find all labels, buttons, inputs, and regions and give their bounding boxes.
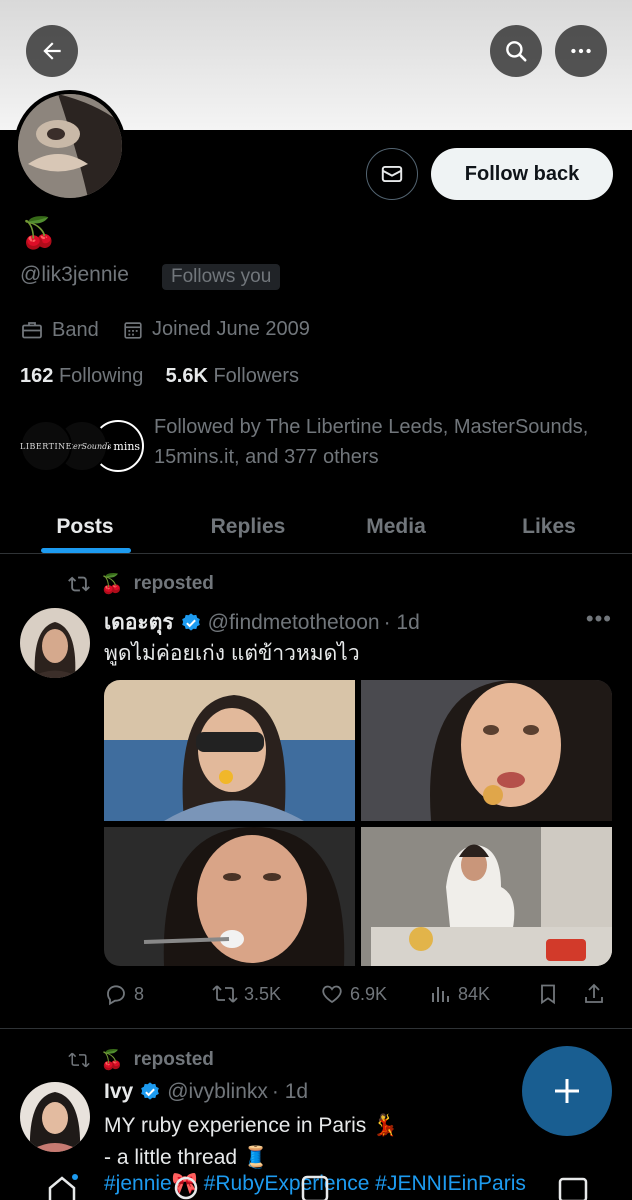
post-author-name[interactable]: เดอะตุร — [104, 606, 174, 639]
media-image-2[interactable] — [361, 680, 612, 821]
calendar-icon — [124, 321, 142, 339]
post-time-2: · 1d — [271, 1080, 309, 1103]
profile-joined: Joined June 2009 — [122, 318, 310, 341]
grok-icon[interactable] — [300, 1174, 330, 1200]
repost-button[interactable]: 3.5K — [212, 978, 281, 1010]
messages-nav-icon[interactable] — [558, 1174, 588, 1200]
followers-link[interactable]: 5.6K Followers — [166, 365, 299, 387]
follows-you-badge: Follows you — [162, 264, 281, 290]
repost-user-emoji-2: 🍒 — [100, 1050, 124, 1071]
follow-back-button[interactable]: Follow back — [431, 148, 613, 200]
heart-icon — [322, 985, 342, 1004]
views-button[interactable]: 84K — [428, 978, 490, 1010]
briefcase-icon — [22, 322, 42, 339]
media-photo-4 — [361, 827, 612, 966]
post-author-name-2[interactable]: Ivy — [104, 1080, 133, 1104]
repost-user-emoji: 🍒 — [100, 574, 124, 595]
bookmark-button[interactable] — [536, 978, 560, 1010]
verified-badge-icon — [141, 1082, 160, 1100]
media-photo-1 — [104, 680, 355, 821]
search-button[interactable] — [490, 25, 542, 77]
followers-label: Followers — [213, 365, 300, 387]
plus-icon — [555, 1079, 579, 1103]
arrow-left-icon — [43, 42, 61, 60]
follower-avatar-libertine: LIBERTINE — [20, 420, 72, 472]
author-photo — [20, 608, 90, 678]
tab-media[interactable]: Media — [326, 500, 466, 554]
share-icon — [585, 983, 603, 1003]
post-header-2: Ivy @ivyblinkx · 1d — [104, 1080, 308, 1104]
repost-icon — [68, 1052, 90, 1068]
media-image-4[interactable] — [361, 827, 612, 966]
repost-indicator: 🍒 reposted — [68, 572, 214, 596]
search-icon — [506, 41, 527, 62]
post-author-handle[interactable]: @findmetothetoon — [208, 611, 380, 635]
repost-label: reposted — [133, 573, 214, 594]
view-count: 84K — [458, 983, 491, 1004]
post-text-2-line1: MY ruby experience in Paris 💃 — [104, 1114, 399, 1137]
reply-count: 8 — [134, 983, 145, 1004]
repost-count: 3.5K — [244, 983, 282, 1004]
profile-tabs: Posts Replies Media Likes — [0, 500, 632, 554]
post-text: พูดไม่ค่อยเก่ง แต่ข้าวหมดไว — [104, 642, 360, 665]
bottom-navigation — [0, 1170, 632, 1200]
display-name: 🍒 — [20, 217, 58, 250]
post-author-avatar-2[interactable] — [20, 1082, 90, 1152]
repost-icon — [212, 985, 238, 1003]
profile-avatar[interactable] — [14, 90, 126, 202]
post-actions: 8 3.5K 6.9K 84K — [104, 978, 612, 1010]
following-label: Following — [58, 365, 144, 387]
author-photo-2 — [20, 1082, 90, 1152]
message-button[interactable] — [366, 148, 418, 200]
search-nav-icon[interactable] — [172, 1174, 202, 1200]
repost-indicator-2: 🍒 reposted — [68, 1048, 214, 1072]
post-header: เดอะตุร @findmetothetoon · 1d — [104, 606, 420, 639]
reply-button[interactable]: 8 — [104, 978, 144, 1010]
more-button[interactable] — [555, 25, 607, 77]
more-horizontal-icon — [571, 48, 591, 54]
reply-icon — [107, 985, 125, 1006]
profile-category: Band — [20, 318, 99, 342]
followers-count: 5.6K — [165, 365, 208, 387]
back-button[interactable] — [26, 25, 78, 77]
followed-by-text[interactable]: Followed by The Libertine Leeds, MasterS… — [154, 412, 614, 472]
post-text-2-line2: - a little thread 🧵 — [104, 1146, 270, 1169]
tab-likes[interactable]: Likes — [466, 500, 632, 554]
profile-handle: @lik3jennie — [20, 263, 129, 286]
media-image-3[interactable] — [104, 827, 355, 966]
share-button[interactable] — [582, 978, 606, 1010]
post-more-icon[interactable]: ••• — [586, 606, 612, 632]
followed-by-avatars[interactable]: LIBERTINE MasterSounds 15 mins — [20, 420, 144, 472]
joined-label: Joined June 2009 — [152, 318, 310, 340]
bookmark-icon — [541, 984, 555, 1005]
home-icon[interactable] — [42, 1174, 82, 1200]
following-count: 162 — [20, 365, 54, 387]
repost-label-2: reposted — [133, 1049, 214, 1070]
like-button[interactable]: 6.9K — [320, 978, 387, 1010]
media-photo-3 — [104, 827, 355, 966]
following-link[interactable]: 162 Following — [20, 365, 143, 387]
like-count: 6.9K — [350, 983, 388, 1004]
views-chart-icon — [432, 987, 449, 1002]
follow-counts: 162 Following 5.6K Followers — [20, 365, 299, 388]
tab-replies[interactable]: Replies — [170, 500, 326, 554]
repost-icon — [68, 576, 90, 592]
post-author-avatar[interactable] — [20, 608, 90, 678]
avatar-photo — [18, 94, 122, 198]
tab-posts[interactable]: Posts — [0, 500, 170, 554]
post-divider — [0, 1028, 632, 1029]
media-image-1[interactable] — [104, 680, 355, 821]
verified-badge-icon — [181, 612, 200, 631]
media-photo-2 — [361, 680, 612, 821]
post-author-handle-2[interactable]: @ivyblinkx — [167, 1080, 268, 1104]
follower-avatar-libertine-label: LIBERTINE — [20, 441, 72, 451]
post-media-grid[interactable] — [104, 680, 612, 966]
compose-post-button[interactable] — [522, 1046, 612, 1136]
post-time: · 1d — [383, 610, 420, 634]
envelope-icon — [381, 165, 403, 183]
category-label: Band — [52, 318, 99, 341]
active-tab-indicator — [41, 548, 131, 553]
